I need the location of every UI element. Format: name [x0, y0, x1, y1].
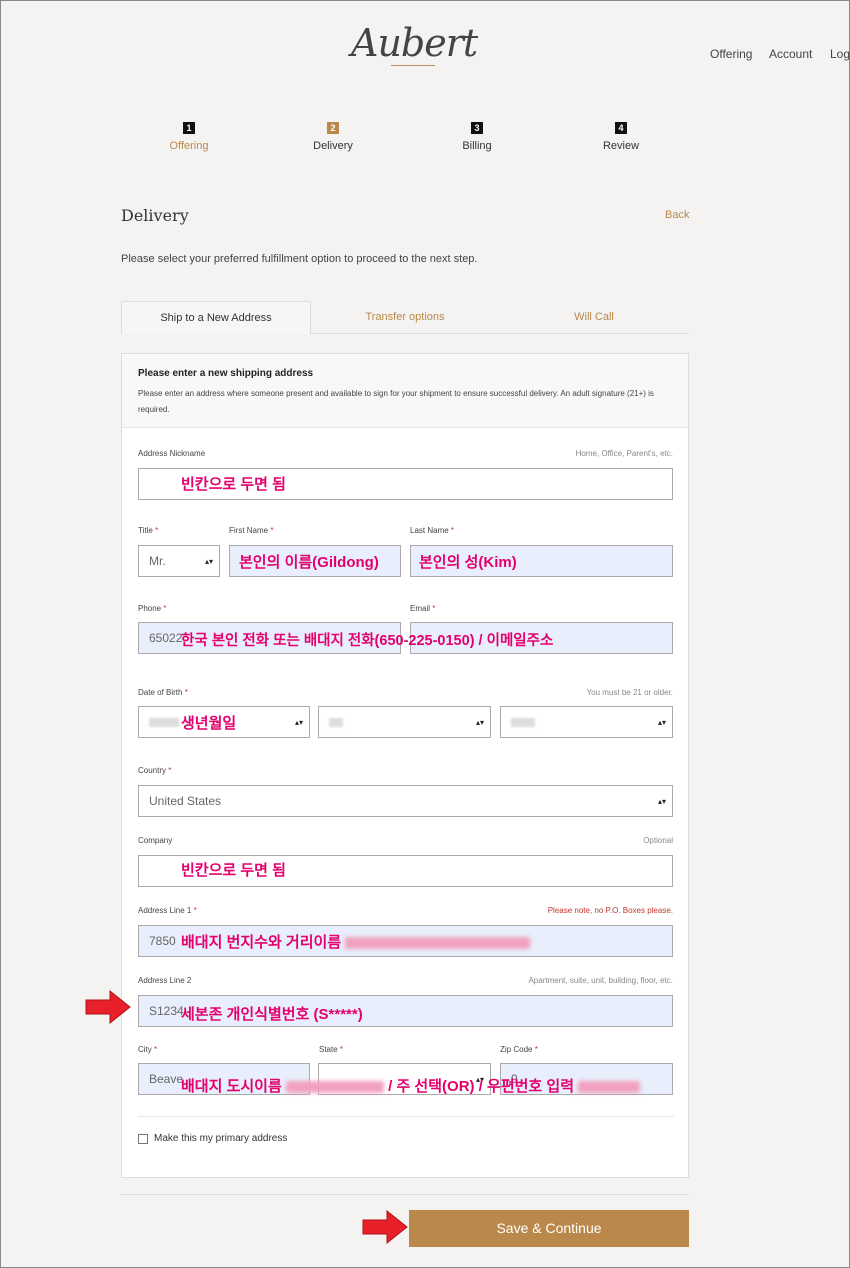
address1-hint: Please note, no P.O. Boxes please.	[547, 906, 673, 915]
step-label: Delivery	[313, 140, 353, 152]
last-name-label: Last Name *	[410, 526, 455, 535]
step-label: Billing	[462, 140, 492, 152]
step-number: 3	[471, 122, 483, 134]
brand-logo[interactable]: Aubert	[351, 11, 478, 91]
state-label: State *	[319, 1045, 344, 1054]
step-number: 4	[615, 122, 627, 134]
step-offering[interactable]: 1 Offering	[154, 118, 224, 152]
nickname-hint: Home, Office, Parent's, etc.	[575, 449, 673, 458]
address1-label: Address Line 1 *	[138, 906, 197, 915]
panel-title: Please enter a new shipping address	[138, 368, 314, 379]
form-divider	[138, 1116, 674, 1117]
annotation-first-name: 본인의 이름(Gildong)	[239, 554, 379, 571]
step-billing: 3 Billing	[442, 118, 512, 152]
save-continue-button[interactable]: Save & Continue	[409, 1210, 689, 1247]
dob-hint: You must be 21 or older.	[586, 688, 673, 697]
step-review: 4 Review	[586, 118, 656, 152]
nickname-label: Address Nickname	[138, 449, 206, 458]
nav-offering[interactable]: Offering	[710, 47, 752, 61]
company-label: Company	[138, 836, 173, 845]
title-label: Title *	[138, 526, 159, 535]
phone-label: Phone *	[138, 604, 167, 613]
annotation-company: 빈칸으로 두면 됨	[181, 862, 286, 879]
step-label: Offering	[169, 140, 209, 152]
annotation-address1: 배대지 번지수와 거리이름	[181, 931, 531, 952]
country-label: Country *	[138, 766, 172, 775]
city-label: City *	[138, 1045, 158, 1054]
intro-text: Please select your preferred fulfillment…	[121, 253, 478, 265]
annotation-dob: 생년월일	[181, 715, 237, 732]
back-link[interactable]: Back	[665, 209, 689, 221]
dob-label: Date of Birth *	[138, 688, 188, 697]
step-number: 2	[327, 122, 339, 134]
pointer-arrow-icon	[85, 989, 131, 1025]
country-select[interactable]: United States	[138, 785, 673, 817]
step-delivery: 2 Delivery	[298, 118, 368, 152]
panel-header: Please enter a new shipping address Plea…	[122, 354, 688, 428]
tab-transfer-options[interactable]: Transfer options	[311, 301, 499, 334]
first-name-label: First Name *	[229, 526, 274, 535]
nav-account[interactable]: Account	[769, 47, 812, 61]
zip-label: Zip Code *	[500, 1045, 538, 1054]
annotation-city-state-zip: 배대지 도시이름 / 주 선택(OR) / 우편번호 입력	[181, 1075, 641, 1096]
nav-login[interactable]: Log	[830, 47, 850, 61]
title-select[interactable]: Mr.	[138, 545, 220, 577]
email-label: Email *	[410, 604, 436, 613]
tab-ship-new-address[interactable]: Ship to a New Address	[121, 301, 311, 334]
address2-label: Address Line 2	[138, 976, 192, 985]
primary-address-label[interactable]: Make this my primary address	[154, 1133, 287, 1144]
footer-divider	[121, 1194, 689, 1195]
step-label: Review	[602, 140, 640, 152]
page-title: Delivery	[121, 206, 189, 225]
logo-text: Aubert	[351, 21, 478, 65]
primary-address-checkbox[interactable]	[138, 1134, 148, 1144]
annotation-address2: 세본존 개인식별번호 (S*****)	[181, 1006, 363, 1023]
panel-description: Please enter an address where someone pr…	[138, 389, 654, 414]
step-number: 1	[183, 122, 195, 134]
dob-year-select[interactable]	[500, 706, 673, 738]
address2-hint: Apartment, suite, unit, building, floor,…	[528, 976, 673, 985]
annotation-phone-email: 한국 본인 전화 또는 배대지 전화(650-225-0150) / 이메일주소	[181, 633, 554, 649]
tab-will-call[interactable]: Will Call	[499, 301, 689, 334]
logo-divider	[391, 65, 435, 66]
dob-day-select[interactable]	[318, 706, 491, 738]
company-hint: Optional	[643, 836, 673, 845]
pointer-arrow-icon	[362, 1209, 408, 1245]
annotation-nickname: 빈칸으로 두면 됨	[181, 476, 286, 493]
annotation-last-name: 본인의 성(Kim)	[419, 554, 517, 571]
